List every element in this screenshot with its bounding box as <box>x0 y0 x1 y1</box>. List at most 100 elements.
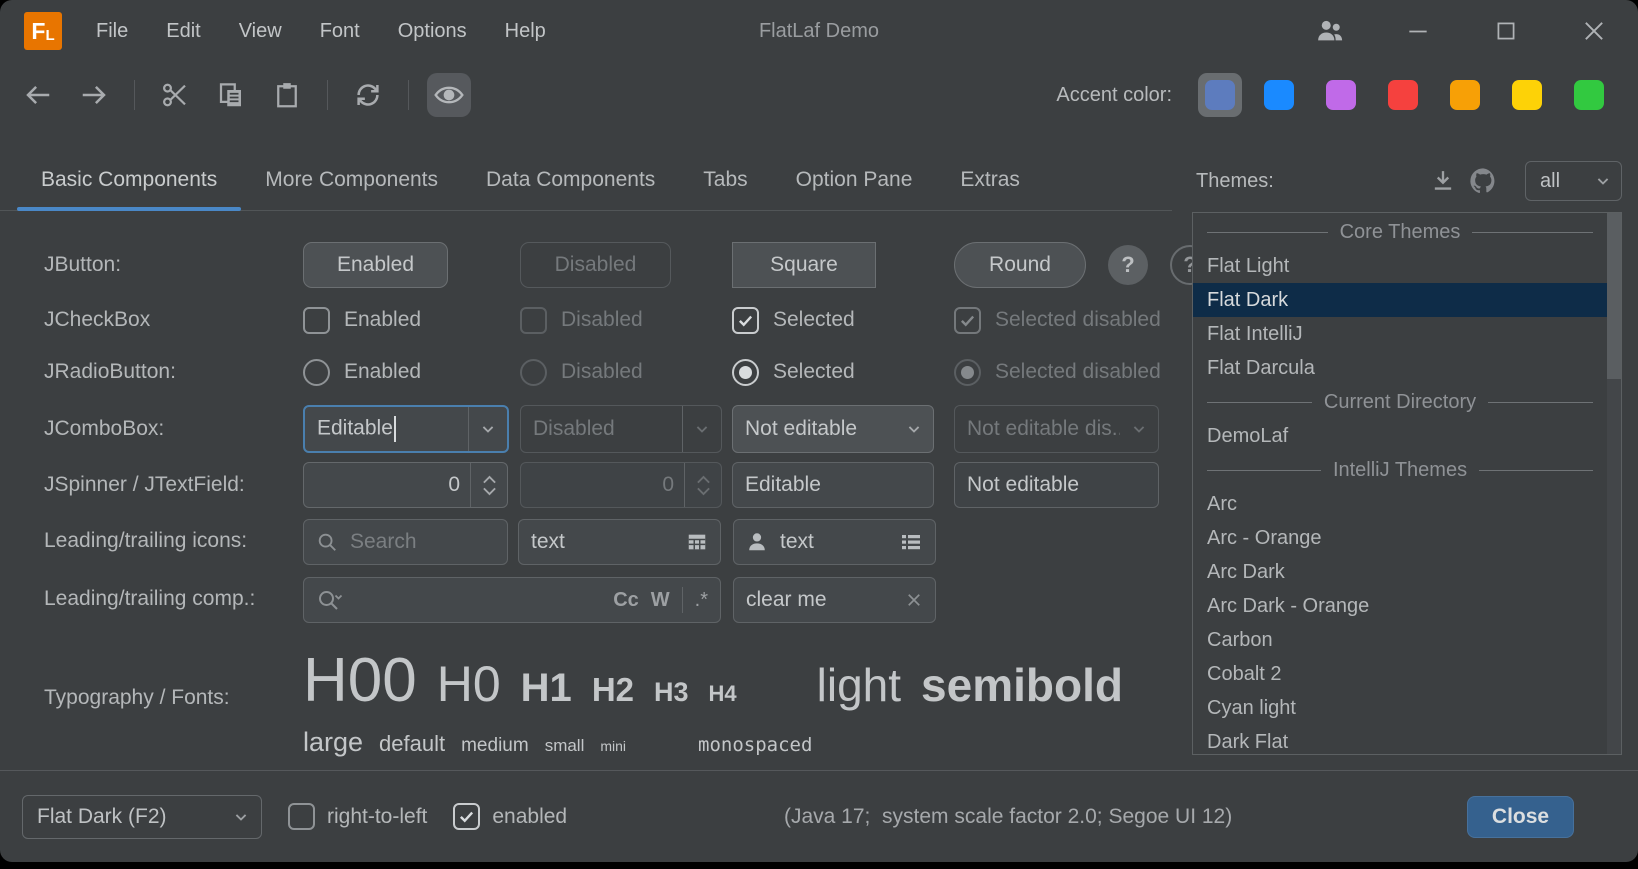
toolbar-separator <box>327 80 328 110</box>
lookandfeel-combo[interactable]: Flat Dark (F2) <box>22 795 262 839</box>
spinner-arrows[interactable] <box>471 475 507 496</box>
textfield-editable[interactable]: Editable <box>732 462 934 508</box>
theme-item-arc-dark[interactable]: Arc Dark <box>1193 555 1607 589</box>
tab-more-components[interactable]: More Components <box>241 150 462 210</box>
flatlaf-logo: FL <box>24 12 62 50</box>
checkbox-icon <box>303 307 330 334</box>
text-field-with-user-icon[interactable]: text <box>733 519 936 565</box>
light-weight-sample: light <box>817 658 901 712</box>
enabled-button[interactable]: Enabled <box>303 242 448 288</box>
menu-font[interactable]: Font <box>320 20 360 43</box>
minimize-button[interactable] <box>1402 15 1434 47</box>
theme-item-demolaf[interactable]: DemoLaf <box>1193 419 1607 453</box>
clear-x-icon[interactable] <box>905 591 923 609</box>
users-icon[interactable] <box>1314 15 1346 47</box>
whole-words-button[interactable]: W <box>651 589 670 612</box>
tab-extras[interactable]: Extras <box>936 150 1044 210</box>
menu-view[interactable]: View <box>239 20 282 43</box>
github-icon[interactable] <box>1463 161 1503 201</box>
cut-icon[interactable] <box>153 73 197 117</box>
copy-icon[interactable] <box>209 73 253 117</box>
checkbox-selected[interactable]: Selected <box>732 307 855 334</box>
paste-icon[interactable] <box>265 73 309 117</box>
tab-basic-components[interactable]: Basic Components <box>17 150 241 210</box>
tab-option-pane[interactable]: Option Pane <box>772 150 937 210</box>
tab-label: Option Pane <box>796 168 913 192</box>
right-to-left-checkbox[interactable]: right-to-left <box>288 803 427 830</box>
checkbox-enabled[interactable]: Enabled <box>303 307 421 334</box>
theme-item-flat-dark-selected[interactable]: Flat Dark <box>1193 283 1607 317</box>
scrollbar[interactable] <box>1607 213 1621 754</box>
themes-filter-combo[interactable]: all <box>1525 161 1622 201</box>
text-field-with-table-icon[interactable]: text <box>518 519 721 565</box>
round-button[interactable]: Round <box>954 242 1086 288</box>
download-icon[interactable] <box>1423 161 1463 201</box>
theme-item-flat-light[interactable]: Flat Light <box>1193 249 1607 283</box>
theme-item-flat-intellij[interactable]: Flat IntelliJ <box>1193 317 1607 351</box>
theme-item-arc[interactable]: Arc <box>1193 487 1607 521</box>
clearable-field[interactable]: clear me <box>733 577 936 623</box>
enabled-checkbox[interactable]: enabled <box>453 803 567 830</box>
accent-swatch-blue[interactable] <box>1264 80 1294 110</box>
radio-label: Selected disabled <box>995 360 1161 384</box>
accent-swatch-default[interactable] <box>1205 80 1235 110</box>
chevron-down-icon[interactable] <box>469 419 507 439</box>
tab-tabs[interactable]: Tabs <box>679 150 771 210</box>
menu-edit[interactable]: Edit <box>166 20 200 43</box>
forward-icon[interactable] <box>72 73 116 117</box>
toolbar-separator <box>408 80 409 110</box>
accent-swatch-yellow[interactable] <box>1512 80 1542 110</box>
table-icon[interactable] <box>686 531 708 553</box>
accent-swatch-orange[interactable] <box>1450 80 1480 110</box>
accent-swatch-green[interactable] <box>1574 80 1604 110</box>
tab-label: Data Components <box>486 168 655 192</box>
checkbox-label: enabled <box>492 805 567 829</box>
theme-item-dark-flat[interactable]: Dark Flat <box>1193 725 1607 755</box>
combobox-editable[interactable]: Editable <box>303 405 509 453</box>
semibold-weight-sample: semibold <box>921 658 1123 712</box>
help-button[interactable]: ? <box>1108 245 1148 285</box>
back-icon[interactable] <box>16 73 60 117</box>
match-case-button[interactable]: Cc <box>613 589 639 612</box>
jcombobox-label: JComboBox: <box>44 404 164 454</box>
menu-file[interactable]: File <box>96 20 128 43</box>
show-details-eye-toggle[interactable] <box>427 73 471 117</box>
square-button[interactable]: Square <box>732 242 876 288</box>
theme-item-arc-orange[interactable]: Arc - Orange <box>1193 521 1607 555</box>
tab-label: Extras <box>960 168 1020 192</box>
menu-help[interactable]: Help <box>505 20 546 43</box>
radio-enabled[interactable]: Enabled <box>303 359 421 386</box>
combobox-value: Not editable dis... <box>955 417 1120 441</box>
tab-data-components[interactable]: Data Components <box>462 150 679 210</box>
radio-selected[interactable]: Selected <box>732 359 855 386</box>
toolbar: Accent color: <box>0 62 1638 128</box>
close-window-button[interactable] <box>1578 15 1610 47</box>
spinner-value[interactable]: 0 <box>304 473 470 497</box>
row-jspinner: JSpinner / JTextField: 0 0 Editable Not … <box>0 461 1192 509</box>
accent-swatch-purple[interactable] <box>1326 80 1356 110</box>
list-icon[interactable] <box>899 530 923 554</box>
search-with-menu-icon[interactable] <box>316 588 344 612</box>
themes-header: Themes: all <box>1196 152 1622 210</box>
refresh-icon[interactable] <box>346 73 390 117</box>
typography-headings: H00 H0 H1 H2 H3 H4 light semibold <box>303 645 1123 716</box>
theme-item-cyan-light[interactable]: Cyan light <box>1193 691 1607 725</box>
search-field-with-options[interactable]: Cc W .* <box>303 577 721 623</box>
theme-item-flat-darcula[interactable]: Flat Darcula <box>1193 351 1607 385</box>
regex-button[interactable]: .* <box>695 589 708 612</box>
theme-item-arc-dark-orange[interactable]: Arc Dark - Orange <box>1193 589 1607 623</box>
scrollbar-thumb[interactable] <box>1607 213 1621 379</box>
theme-item-cobalt-2[interactable]: Cobalt 2 <box>1193 657 1607 691</box>
checkbox-checked-icon <box>954 307 981 334</box>
menu-options[interactable]: Options <box>398 20 467 43</box>
theme-item-carbon[interactable]: Carbon <box>1193 623 1607 657</box>
spinner[interactable]: 0 <box>303 462 508 508</box>
maximize-button[interactable] <box>1490 15 1522 47</box>
search-field[interactable]: Search <box>303 519 508 565</box>
close-button[interactable]: Close <box>1467 796 1574 838</box>
combobox-not-editable[interactable]: Not editable <box>732 405 934 453</box>
search-icon <box>316 531 338 553</box>
accent-swatch-red[interactable] <box>1388 80 1418 110</box>
radio-icon <box>520 359 547 386</box>
themes-filter-value: all <box>1540 170 1560 193</box>
